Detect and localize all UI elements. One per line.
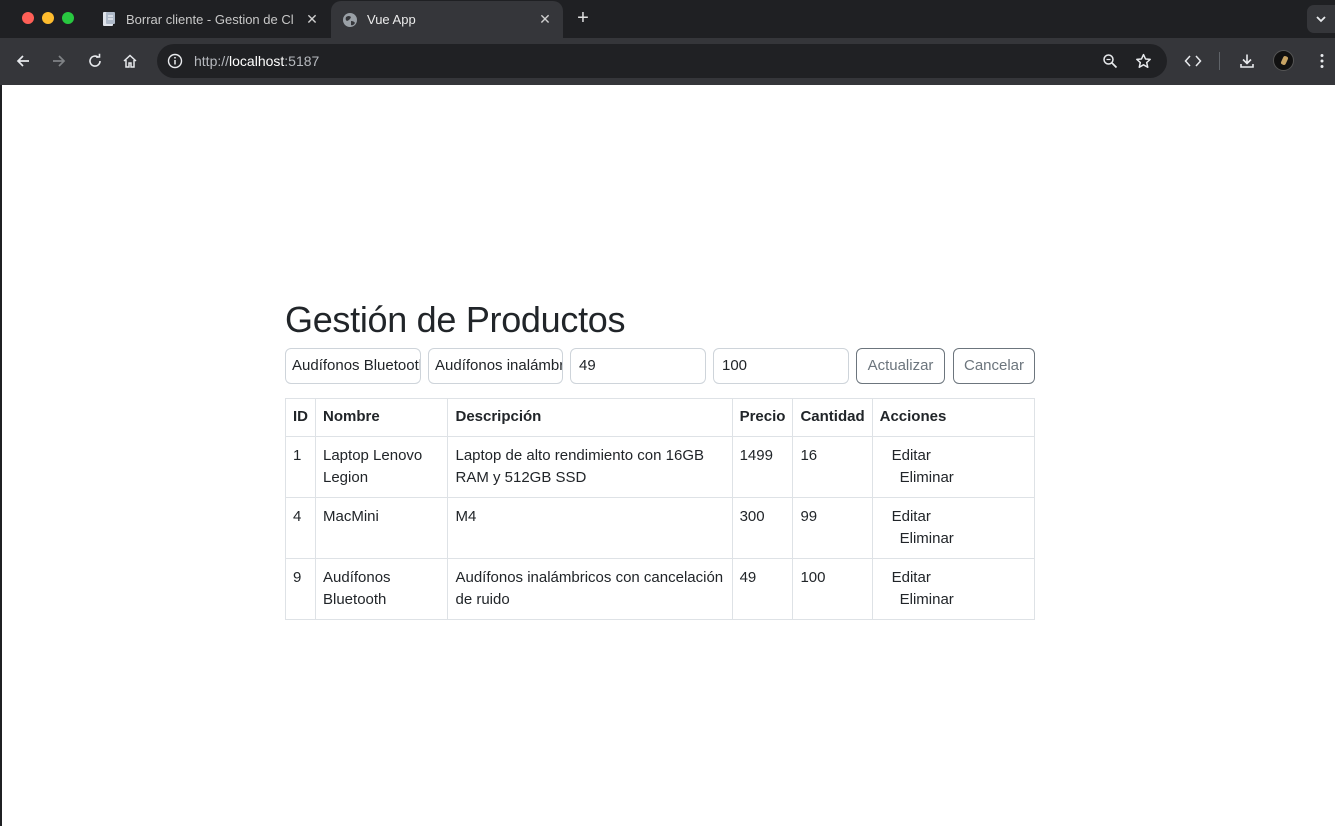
new-tab-button[interactable]: + (573, 8, 593, 28)
bookmark-star-icon[interactable] (1133, 51, 1153, 71)
cell-quantity: 99 (792, 497, 873, 559)
cell-quantity: 100 (792, 558, 873, 620)
devtools-code-icon[interactable] (1182, 50, 1204, 72)
cell-id: 4 (285, 497, 316, 559)
close-icon[interactable]: ✕ (304, 11, 320, 27)
url-text: http://localhost:5187 (194, 53, 320, 69)
reload-icon (89, 53, 101, 67)
update-button[interactable]: Actualizar (856, 348, 945, 384)
tab-vue-app[interactable]: Vue App ✕ (331, 1, 563, 38)
address-bar[interactable]: http://localhost:5187 (157, 44, 1167, 78)
cell-price: 300 (731, 497, 794, 559)
site-info-icon[interactable] (165, 51, 185, 71)
cell-name: MacMini (314, 497, 449, 559)
globe-icon (342, 12, 358, 28)
cell-name: Audífonos Bluetooth (314, 558, 449, 620)
cell-actions: Editar Eliminar (871, 558, 1036, 620)
header-name: Nombre (314, 398, 449, 437)
reload-button[interactable] (84, 50, 106, 72)
tab-search-button[interactable] (1307, 5, 1335, 33)
cell-actions: Editar Eliminar (871, 436, 1036, 498)
kebab-menu-icon[interactable] (1311, 50, 1333, 72)
tab-title: Vue App (367, 12, 416, 27)
close-icon[interactable]: ✕ (537, 11, 553, 28)
chevron-down-icon (1316, 16, 1326, 23)
name-input[interactable]: Audífonos Bluetooth (285, 348, 421, 384)
cell-description: Laptop de alto rendimiento con 16GB RAM … (447, 436, 733, 498)
cancel-button[interactable]: Cancelar (953, 348, 1035, 384)
delete-button[interactable]: Eliminar (888, 528, 966, 550)
table-row: 9 Audífonos Bluetooth Audífonos inalámbr… (285, 558, 1036, 620)
minimize-window-button[interactable] (42, 12, 54, 24)
document-icon (101, 11, 117, 27)
tab-borrar-cliente[interactable]: Borrar cliente - Gestion de Cl ✕ (90, 0, 330, 38)
header-quantity: Cantidad (792, 398, 873, 437)
cell-actions: Editar Eliminar (871, 497, 1036, 559)
edit-button[interactable]: Editar (880, 567, 943, 589)
table-header-row: ID Nombre Descripción Precio Cantidad Ac… (285, 398, 1036, 437)
cell-id: 9 (285, 558, 316, 620)
cell-id: 1 (285, 436, 316, 498)
window-edge (0, 85, 2, 826)
toolbar-divider (1219, 52, 1220, 70)
back-button[interactable] (12, 50, 34, 72)
products-table: ID Nombre Descripción Precio Cantidad Ac… (285, 398, 1036, 620)
edit-button[interactable]: Editar (880, 506, 943, 528)
delete-button[interactable]: Eliminar (888, 467, 966, 489)
quantity-input[interactable]: 100 (713, 348, 849, 384)
download-icon[interactable] (1236, 50, 1258, 72)
cell-name: Laptop Lenovo Legion (314, 436, 449, 498)
header-description: Descripción (447, 398, 733, 437)
cell-description: Audífonos inalámbricos con cancelación d… (447, 558, 733, 620)
delete-button[interactable]: Eliminar (888, 589, 966, 611)
zoom-icon[interactable] (1100, 51, 1120, 71)
cell-price: 49 (731, 558, 794, 620)
description-input[interactable]: Audífonos inalámbricos con cancelación d… (428, 348, 563, 384)
tab-title: Borrar cliente - Gestion de Cl (126, 11, 294, 27)
home-icon (123, 54, 137, 68)
header-actions: Acciones (871, 398, 1036, 437)
tab-strip: Borrar cliente - Gestion de Cl ✕ Vue App… (0, 0, 1335, 38)
home-button[interactable] (119, 50, 141, 72)
profile-avatar[interactable] (1273, 50, 1294, 71)
edit-button[interactable]: Editar (880, 445, 943, 467)
table-row: 1 Laptop Lenovo Legion Laptop de alto re… (285, 436, 1036, 498)
close-window-button[interactable] (22, 12, 34, 24)
price-input[interactable]: 49 (570, 348, 706, 384)
cell-price: 1499 (731, 436, 794, 498)
header-id: ID (285, 398, 316, 437)
browser-toolbar: http://localhost:5187 (0, 38, 1335, 85)
table-row: 4 MacMini M4 300 99 Editar Eliminar (285, 497, 1036, 559)
header-price: Precio (731, 398, 794, 437)
forward-button[interactable] (48, 50, 70, 72)
cell-description: M4 (447, 497, 733, 559)
page-title: Gestión de Productos (285, 299, 626, 340)
cell-quantity: 16 (792, 436, 873, 498)
maximize-window-button[interactable] (62, 12, 74, 24)
arrow-left-icon (16, 55, 29, 67)
arrow-right-icon (53, 55, 66, 67)
